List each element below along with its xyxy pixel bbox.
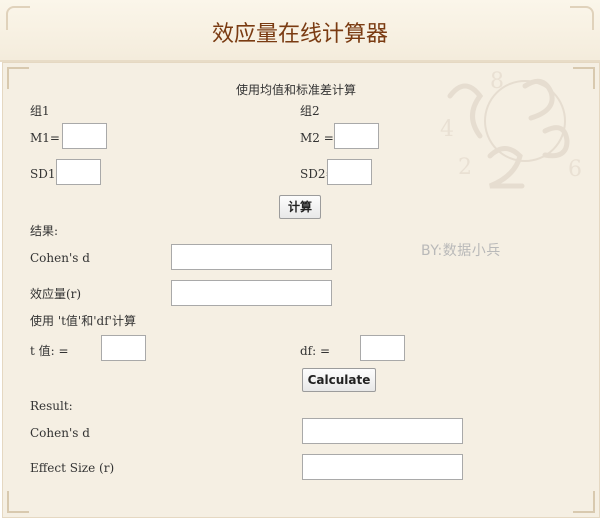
cohens-d-t-output[interactable]	[302, 418, 463, 444]
cohens-d-t-label: Cohen's d	[30, 426, 90, 440]
panel-corner-ornament	[7, 67, 29, 89]
panel-corner-ornament	[573, 491, 595, 513]
watermark-text: BY:数据小兵	[421, 243, 501, 259]
effect-size-label: Effect Size (r)	[30, 461, 115, 475]
results-label: 结果:	[30, 224, 59, 238]
t-section-heading: 使用 't值'和'df'计算	[30, 314, 136, 328]
svg-text:6: 6	[568, 157, 582, 182]
df-label: df: =	[300, 344, 331, 358]
numbers-decoration-icon: 2 6 8 4	[440, 69, 582, 189]
effect-r-output[interactable]	[171, 280, 332, 306]
panel-corner-ornament	[7, 491, 29, 513]
calculate-means-button[interactable]: 计算	[279, 195, 321, 219]
effect-size-output[interactable]	[302, 454, 463, 480]
cohens-d-label: Cohen's d	[30, 251, 90, 265]
m1-input[interactable]	[62, 123, 107, 149]
df-input[interactable]	[360, 335, 405, 361]
group2-label: 组2	[300, 104, 320, 118]
m1-label: M1=	[30, 131, 60, 145]
cohens-d-output[interactable]	[171, 244, 332, 270]
page-title: 效应量在线计算器	[211, 22, 388, 47]
m2-input[interactable]	[334, 123, 379, 149]
sd1-input[interactable]	[56, 159, 101, 185]
calculate-t-button[interactable]: Calculate	[302, 368, 376, 392]
sd2-input[interactable]	[327, 159, 372, 185]
page-header: 效应量在线计算器	[0, 0, 600, 62]
m2-label: M2 =	[300, 131, 334, 145]
t-value-input[interactable]	[101, 335, 146, 361]
svg-text:2: 2	[458, 155, 472, 180]
group1-label: 组1	[30, 104, 50, 118]
effect-r-label: 效应量(r)	[30, 287, 82, 301]
t-value-label: t 值: =	[30, 344, 69, 358]
svg-text:4: 4	[440, 117, 454, 142]
result-label: Result:	[30, 399, 73, 413]
calculator-page: 效应量在线计算器 2 6 8 4 使用均值和标准差计算 组1 组2 M1= M2…	[0, 0, 600, 518]
means-section-heading: 使用均值和标准差计算	[236, 83, 357, 97]
svg-text:8: 8	[490, 69, 504, 94]
